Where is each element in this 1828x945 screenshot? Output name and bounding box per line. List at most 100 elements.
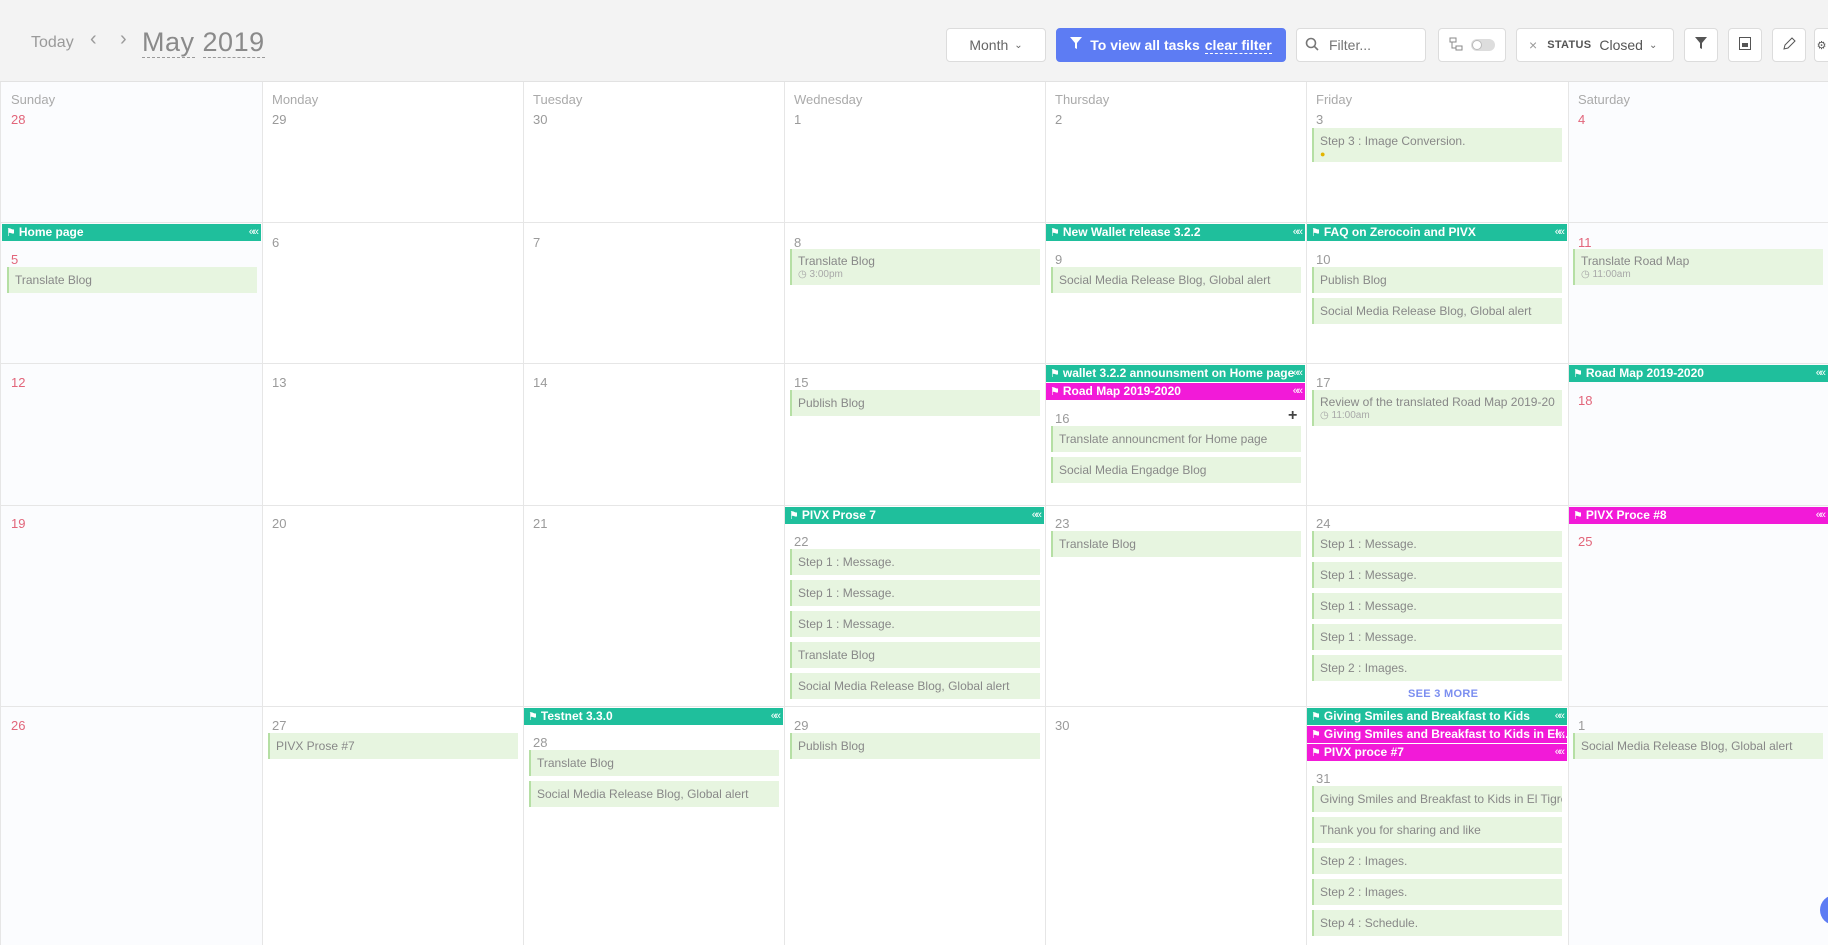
task-card[interactable]: Translate Blog xyxy=(7,267,257,293)
day-number[interactable]: 31 xyxy=(1316,771,1330,786)
multi-day-bar[interactable]: ⚑ Road Map 2019-2020 «« xyxy=(1569,365,1828,382)
multi-day-bar[interactable]: ⚑ PIVX Proce #8 «« xyxy=(1569,507,1828,524)
day-number[interactable]: 29 xyxy=(794,718,808,733)
task-card[interactable]: Step 4 : Schedule. xyxy=(1312,910,1562,936)
see-more-link[interactable]: SEE 3 MORE xyxy=(1408,688,1478,700)
task-card[interactable]: Step 1 : Message. xyxy=(1312,593,1562,619)
task-card[interactable]: Translate announcment for Home page xyxy=(1051,426,1301,452)
day-number[interactable]: 30 xyxy=(1055,718,1069,733)
multi-day-bar[interactable]: ⚑ Road Map 2019-2020 «« xyxy=(1046,383,1305,400)
day-number[interactable]: 23 xyxy=(1055,516,1069,531)
subtasks-toggle[interactable] xyxy=(1438,28,1506,62)
day-number[interactable]: 11 xyxy=(1578,235,1592,250)
view-select[interactable]: Month ⌄ xyxy=(946,28,1046,62)
edit-button[interactable] xyxy=(1772,28,1806,62)
filter-field[interactable] xyxy=(1296,28,1426,62)
day-number[interactable]: 15 xyxy=(794,375,808,390)
task-card[interactable]: Social Media Release Blog, Global alert xyxy=(1312,298,1562,324)
multi-day-bar[interactable]: ⚑ Giving Smiles and Breakfast to Kids in … xyxy=(1307,726,1567,743)
day-number[interactable]: 5 xyxy=(11,252,18,267)
next-month-icon[interactable]: › xyxy=(120,28,127,51)
day-number[interactable]: 8 xyxy=(794,235,801,250)
task-card[interactable]: Social Media Release Blog, Global alert xyxy=(529,781,779,807)
task-card[interactable]: Translate Road Map ◷ 11:00am xyxy=(1573,249,1823,285)
close-icon[interactable]: × xyxy=(1529,37,1537,53)
day-number[interactable]: 26 xyxy=(11,718,25,733)
day-number[interactable]: 4 xyxy=(1578,112,1585,127)
day-number[interactable]: 29 xyxy=(272,112,286,127)
task-card[interactable]: Giving Smiles and Breakfast to Kids in E… xyxy=(1312,786,1562,812)
year-label[interactable]: 2019 xyxy=(202,27,265,58)
day-number[interactable]: 30 xyxy=(533,112,547,127)
task-card[interactable]: Step 2 : Images. xyxy=(1312,655,1562,681)
task-card[interactable]: Social Media Release Blog, Global alert xyxy=(790,673,1040,699)
today-button[interactable]: Today xyxy=(31,34,74,52)
day-number[interactable]: 28 xyxy=(533,735,547,750)
task-card[interactable]: Thank you for sharing and like xyxy=(1312,817,1562,843)
day-number[interactable]: 20 xyxy=(272,516,286,531)
task-card[interactable]: Step 1 : Message. xyxy=(790,611,1040,637)
multi-day-bar[interactable]: ⚑ PIVX proce #7 «« xyxy=(1307,744,1567,761)
clear-filter-link[interactable]: clear filter xyxy=(1204,37,1272,54)
task-card[interactable]: Social Media Engadge Blog xyxy=(1051,457,1301,483)
multi-day-bar[interactable]: ⚑ PIVX Prose 7 «« xyxy=(785,507,1044,524)
collapse-arrows-icon[interactable]: «« xyxy=(1032,507,1042,524)
day-number[interactable]: 21 xyxy=(533,516,547,531)
multi-day-bar[interactable]: ⚑ Testnet 3.3.0 «« xyxy=(524,708,783,725)
day-number[interactable]: 1 xyxy=(1578,718,1585,733)
day-number[interactable]: 27 xyxy=(272,718,286,733)
day-number[interactable]: 28 xyxy=(11,112,25,127)
multi-day-bar[interactable]: ⚑ wallet 3.2.2 announsment on Home page «… xyxy=(1046,365,1305,382)
day-number[interactable]: 25 xyxy=(1578,534,1592,549)
multi-day-bar[interactable]: ⚑ Home page «« xyxy=(2,224,261,241)
collapse-arrows-icon[interactable]: «« xyxy=(1293,224,1303,241)
task-card[interactable]: Step 1 : Message. xyxy=(1312,624,1562,650)
day-number[interactable]: 10 xyxy=(1316,252,1330,267)
day-number[interactable]: 14 xyxy=(533,375,547,390)
month-year-title[interactable]: May 2019 xyxy=(142,27,265,58)
task-card[interactable]: Social Media Release Blog, Global alert xyxy=(1573,733,1823,759)
filter-input[interactable] xyxy=(1327,36,1421,54)
task-card[interactable]: Publish Blog xyxy=(790,733,1040,759)
collapse-arrows-icon[interactable]: «« xyxy=(1293,365,1303,382)
task-card[interactable]: Step 2 : Images. xyxy=(1312,879,1562,905)
status-filter-chip[interactable]: × STATUS Closed ⌄ xyxy=(1516,28,1674,62)
day-number[interactable]: 19 xyxy=(11,516,25,531)
save-view-button[interactable] xyxy=(1728,28,1762,62)
day-number[interactable]: 22 xyxy=(794,534,808,549)
day-number[interactable]: 17 xyxy=(1316,375,1330,390)
day-number[interactable]: 13 xyxy=(272,375,286,390)
filter-button[interactable] xyxy=(1684,28,1718,62)
task-card[interactable]: Translate Blog xyxy=(790,642,1040,668)
day-number[interactable]: 7 xyxy=(533,235,540,250)
collapse-arrows-icon[interactable]: «« xyxy=(249,224,259,241)
multi-day-bar[interactable]: ⚑ Giving Smiles and Breakfast to Kids «« xyxy=(1307,708,1567,725)
task-card[interactable]: Step 1 : Message. xyxy=(1312,531,1562,557)
multi-day-bar[interactable]: ⚑ New Wallet release 3.2.2 «« xyxy=(1046,224,1305,241)
collapse-arrows-icon[interactable]: «« xyxy=(1816,365,1826,382)
multi-day-bar[interactable]: ⚑ FAQ on Zerocoin and PIVX «« xyxy=(1307,224,1567,241)
collapse-arrows-icon[interactable]: «« xyxy=(1555,708,1565,725)
task-card[interactable]: Publish Blog xyxy=(790,390,1040,416)
day-number[interactable]: 1 xyxy=(794,112,801,127)
day-number[interactable]: 2 xyxy=(1055,112,1062,127)
settings-button[interactable]: ⚙ xyxy=(1814,28,1828,62)
day-number[interactable]: 12 xyxy=(11,375,25,390)
task-card[interactable]: PIVX Prose #7 xyxy=(268,733,518,759)
task-card[interactable]: Step 1 : Message. xyxy=(1312,562,1562,588)
day-number[interactable]: 6 xyxy=(272,235,279,250)
day-number[interactable]: 16 xyxy=(1055,411,1069,426)
month-label[interactable]: May xyxy=(142,27,195,58)
task-card[interactable]: Step 1 : Message. xyxy=(790,580,1040,606)
task-card[interactable]: Review of the translated Road Map 2019-2… xyxy=(1312,390,1562,426)
collapse-arrows-icon[interactable]: «« xyxy=(771,708,781,725)
collapse-arrows-icon[interactable]: «« xyxy=(1555,726,1565,743)
day-number[interactable]: 3 xyxy=(1316,112,1323,127)
toggle-switch[interactable] xyxy=(1471,39,1495,51)
collapse-arrows-icon[interactable]: «« xyxy=(1555,744,1565,761)
collapse-arrows-icon[interactable]: «« xyxy=(1555,224,1565,241)
collapse-arrows-icon[interactable]: «« xyxy=(1816,507,1826,524)
add-task-icon[interactable]: + xyxy=(1288,407,1297,425)
prev-month-icon[interactable]: ‹ xyxy=(90,28,97,51)
task-card[interactable]: Translate Blog xyxy=(529,750,779,776)
